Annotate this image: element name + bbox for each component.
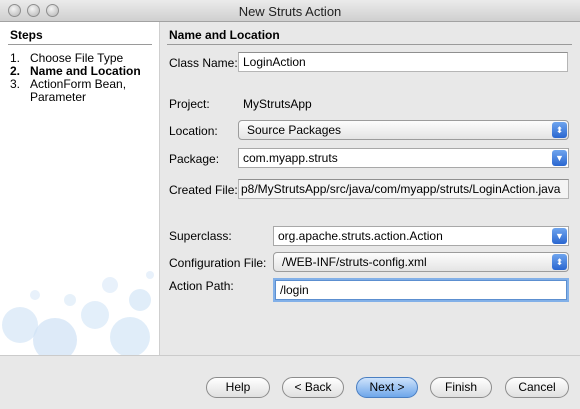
location-value: Source Packages xyxy=(247,123,342,137)
configuration-file-value: /WEB-INF/struts-config.xml xyxy=(282,255,427,269)
help-button[interactable]: Help xyxy=(206,377,270,398)
dropdown-arrow-icon[interactable]: ▼ xyxy=(552,150,567,166)
project-label: Project: xyxy=(169,97,210,111)
step-actionform-bean-continued: Parameter xyxy=(30,90,87,104)
popup-arrows-icon: ⬍ xyxy=(552,254,567,270)
next-button[interactable]: Next > xyxy=(356,377,418,398)
steps-divider xyxy=(8,44,152,45)
steps-heading: Steps xyxy=(10,28,43,42)
back-button[interactable]: < Back xyxy=(282,377,344,398)
window-title: New Struts Action xyxy=(238,4,342,19)
class-name-label: Class Name: xyxy=(169,56,238,70)
configuration-file-label: Configuration File: xyxy=(169,256,267,270)
content-divider xyxy=(167,44,572,45)
superclass-value: org.apache.struts.action.Action xyxy=(278,229,443,243)
action-path-field[interactable]: /login xyxy=(275,280,567,300)
class-name-field[interactable]: LoginAction xyxy=(238,52,568,72)
cancel-button[interactable]: Cancel xyxy=(505,377,569,398)
action-path-label: Action Path: xyxy=(169,279,234,293)
package-value: com.myapp.struts xyxy=(243,151,338,165)
title-bar: New Struts Action xyxy=(0,0,580,22)
popup-arrows-icon: ⬍ xyxy=(552,122,567,138)
location-select[interactable]: Source Packages ⬍ xyxy=(238,120,569,140)
package-combobox[interactable]: com.myapp.struts ▼ xyxy=(238,148,569,168)
project-value: MyStrutsApp xyxy=(243,97,312,111)
superclass-label: Superclass: xyxy=(169,229,232,243)
dropdown-arrow-icon[interactable]: ▼ xyxy=(552,228,567,244)
created-file-field: p8/MyStrutsApp/src/java/com/myapp/struts… xyxy=(238,179,569,199)
location-label: Location: xyxy=(169,124,218,138)
superclass-combobox[interactable]: org.apache.struts.action.Action ▼ xyxy=(273,226,569,246)
steps-panel: Steps 1. Choose File Type 2. Name and Loca… xyxy=(0,22,160,355)
decorative-bubbles-image xyxy=(2,271,154,355)
page-title: Name and Location xyxy=(169,28,280,42)
package-label: Package: xyxy=(169,152,220,166)
created-file-label: Created File: xyxy=(169,183,238,197)
finish-button[interactable]: Finish xyxy=(430,377,492,398)
configuration-file-select[interactable]: /WEB-INF/struts-config.xml ⬍ xyxy=(273,252,569,272)
